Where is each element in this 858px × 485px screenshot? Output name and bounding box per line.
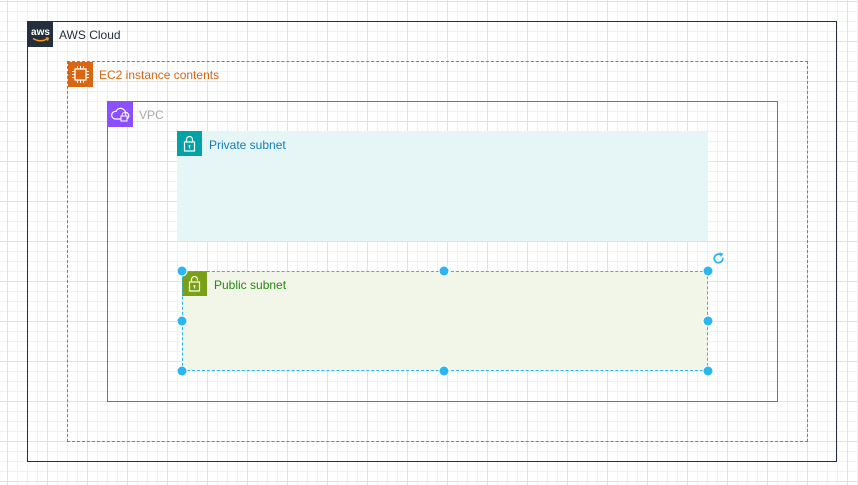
ec2-chip-icon xyxy=(68,62,93,87)
resize-handle-top[interactable] xyxy=(439,266,449,276)
vpc-cloud-lock-icon xyxy=(108,102,133,127)
selection-outline xyxy=(182,271,708,371)
ec2-group-label: EC2 instance contents xyxy=(99,68,220,82)
resize-handle-bottom-left[interactable] xyxy=(177,366,187,376)
aws-logo-text: aws xyxy=(31,27,50,38)
resize-handle-bottom-right[interactable] xyxy=(703,366,713,376)
private-subnet-label: Private subnet xyxy=(209,138,286,152)
aws-logo-icon: aws xyxy=(28,22,53,47)
resize-handle-bottom[interactable] xyxy=(439,366,449,376)
private-subnet-group[interactable]: Private subnet xyxy=(177,131,708,241)
resize-handle-right[interactable] xyxy=(703,316,713,326)
resize-handle-top-right[interactable] xyxy=(703,266,713,276)
aws-cloud-label: AWS Cloud xyxy=(59,28,121,42)
resize-handle-left[interactable] xyxy=(177,316,187,326)
lock-icon xyxy=(177,131,202,156)
vpc-label: VPC xyxy=(139,108,164,122)
rotate-handle-icon[interactable] xyxy=(711,251,726,266)
resize-handle-top-left[interactable] xyxy=(177,266,187,276)
